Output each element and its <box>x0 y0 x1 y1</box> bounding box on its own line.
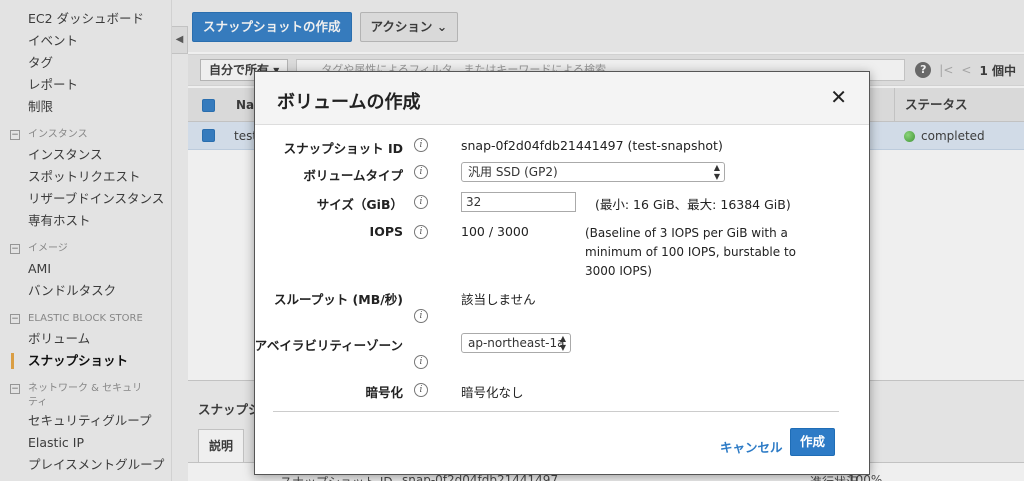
select-arrows-icon: ▲ ▼ <box>713 163 720 181</box>
volume-type-value: 汎用 SSD (GP2) <box>468 165 558 179</box>
availability-zone-label: アベイラビリティーゾーン <box>254 338 403 353</box>
iops-note-line: 3000 IOPS) <box>585 264 652 278</box>
select-arrows-icon: ▲ ▼ <box>559 334 566 352</box>
close-icon[interactable]: ✕ <box>830 87 847 107</box>
dialog-divider <box>273 411 839 412</box>
encryption-value: 暗号化なし <box>461 385 524 400</box>
volume-type-select[interactable]: 汎用 SSD (GP2) ▲ ▼ <box>461 162 725 182</box>
throughput-label: スループット (MB/秒) <box>273 292 403 307</box>
info-icon[interactable]: i <box>414 195 428 209</box>
dialog-header: ボリュームの作成 ✕ <box>255 72 869 125</box>
iops-note-line: (Baseline of 3 IOPS per GiB with a <box>585 226 788 240</box>
info-icon[interactable]: i <box>414 165 428 179</box>
volume-type-label: ボリュームタイプ <box>303 168 403 183</box>
availability-zone-value: ap-northeast-1a <box>468 336 565 350</box>
iops-value: 100 / 3000 <box>461 224 529 239</box>
create-button[interactable]: 作成 <box>790 428 835 456</box>
info-icon[interactable]: i <box>414 138 428 152</box>
info-icon[interactable]: i <box>414 383 428 397</box>
iops-label: IOPS <box>369 224 403 239</box>
size-label: サイズ（GiB） <box>316 197 403 212</box>
info-icon[interactable]: i <box>414 355 428 369</box>
snapshot-id-value: snap-0f2d04fdb21441497 (test-snapshot) <box>461 138 723 153</box>
availability-zone-select[interactable]: ap-northeast-1a ▲ ▼ <box>461 333 571 353</box>
size-input[interactable]: 32 <box>461 192 576 212</box>
info-icon[interactable]: i <box>414 225 428 239</box>
iops-note: (Baseline of 3 IOPS per GiB with a minim… <box>585 224 796 281</box>
iops-note-line: minimum of 100 IOPS, burstable to <box>585 245 796 259</box>
cancel-button[interactable]: キャンセル <box>720 437 783 456</box>
dialog-title: ボリュームの作成 <box>277 92 421 113</box>
size-hint: (最小: 16 GiB、最大: 16384 GiB) <box>595 197 791 212</box>
create-volume-dialog: ボリュームの作成 ✕ スナップショット ID i snap-0f2d04fdb2… <box>254 71 870 475</box>
snapshot-id-label: スナップショット ID <box>283 141 403 156</box>
throughput-value: 該当しません <box>461 292 536 307</box>
encryption-label: 暗号化 <box>365 385 403 400</box>
info-icon[interactable]: i <box>414 309 428 323</box>
